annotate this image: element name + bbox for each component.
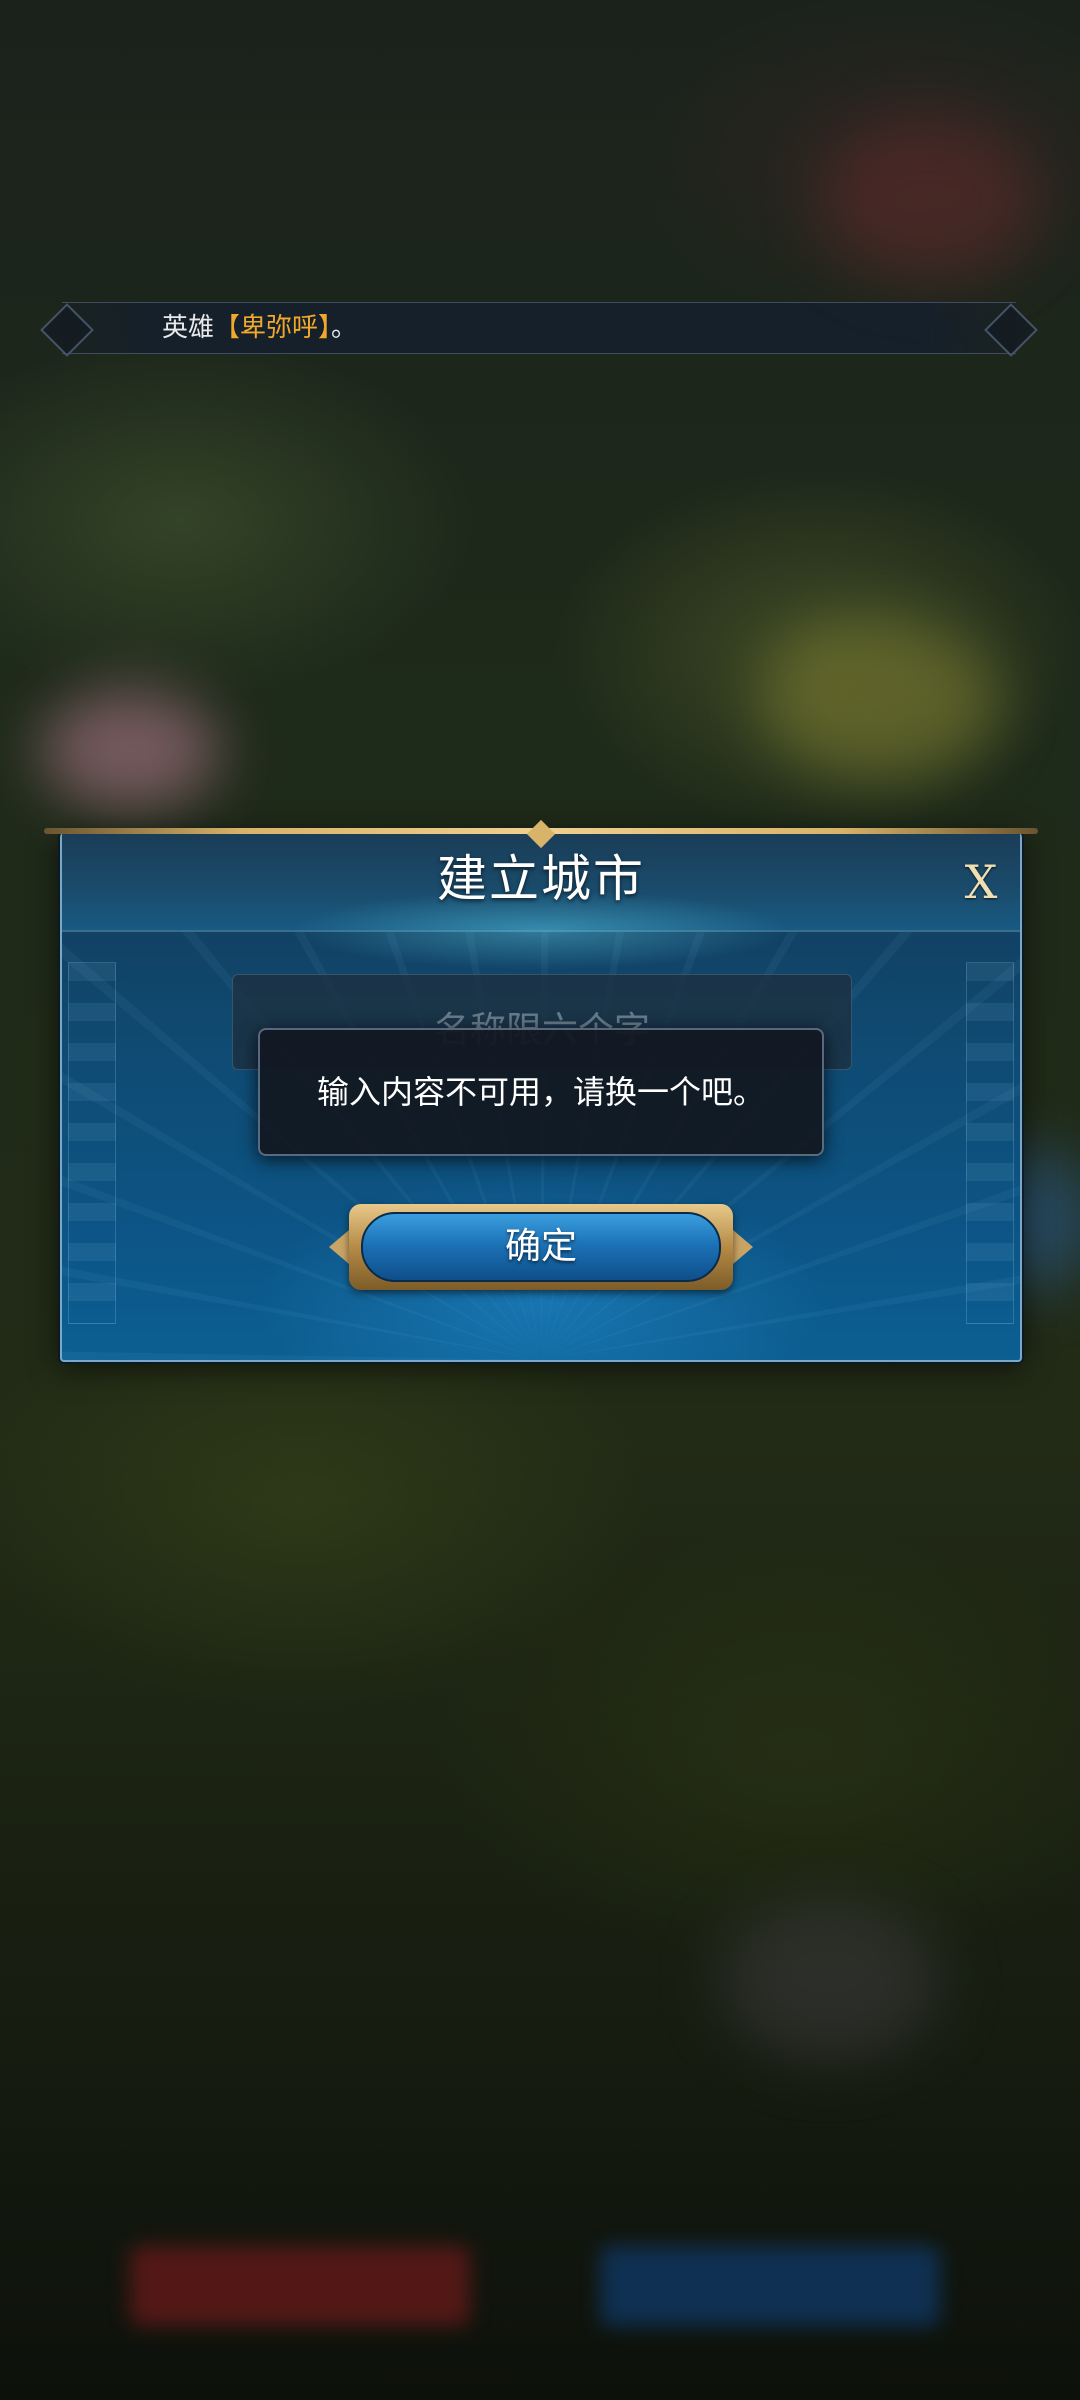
bottom-right-button-blurred bbox=[600, 2246, 940, 2326]
dialog-header: 建立城市 X bbox=[62, 834, 1020, 970]
banner-right-cap bbox=[984, 303, 1038, 357]
background-blur-blob bbox=[760, 620, 1000, 780]
banner-hero-name: 【卑弥呼】 bbox=[214, 313, 332, 343]
notification-banner: 英雄【卑弥呼】。 bbox=[40, 302, 1038, 357]
bottom-left-button-blurred bbox=[130, 2246, 470, 2326]
close-button[interactable]: X bbox=[956, 854, 1006, 910]
dialog-title: 建立城市 bbox=[437, 850, 645, 908]
banner-left-cap bbox=[40, 303, 94, 357]
error-toast: 输入内容不可用，请换一个吧。 bbox=[258, 1028, 824, 1156]
banner-suffix: 。 bbox=[331, 313, 358, 343]
left-side-ornament bbox=[68, 962, 116, 1324]
background-blur-blob bbox=[720, 1900, 940, 2060]
confirm-button[interactable]: 确定 bbox=[329, 1204, 753, 1290]
confirm-button-label: 确定 bbox=[504, 1226, 577, 1267]
banner-prefix: 英雄 bbox=[162, 313, 215, 343]
confirm-left-arrow-icon bbox=[329, 1230, 349, 1264]
toast-message: 输入内容不可用，请换一个吧。 bbox=[316, 1073, 765, 1111]
game-scene: 英雄【卑弥呼】。 建立城市 X 名称限六个字 确定 输入内容不可用，请换一个吧。 bbox=[0, 0, 1080, 2400]
background-blur-blob bbox=[820, 120, 1040, 280]
banner-message: 英雄【卑弥呼】。 bbox=[162, 303, 357, 353]
background-blur-blob bbox=[40, 690, 220, 810]
confirm-right-arrow-icon bbox=[733, 1230, 753, 1264]
right-side-ornament bbox=[966, 962, 1014, 1324]
